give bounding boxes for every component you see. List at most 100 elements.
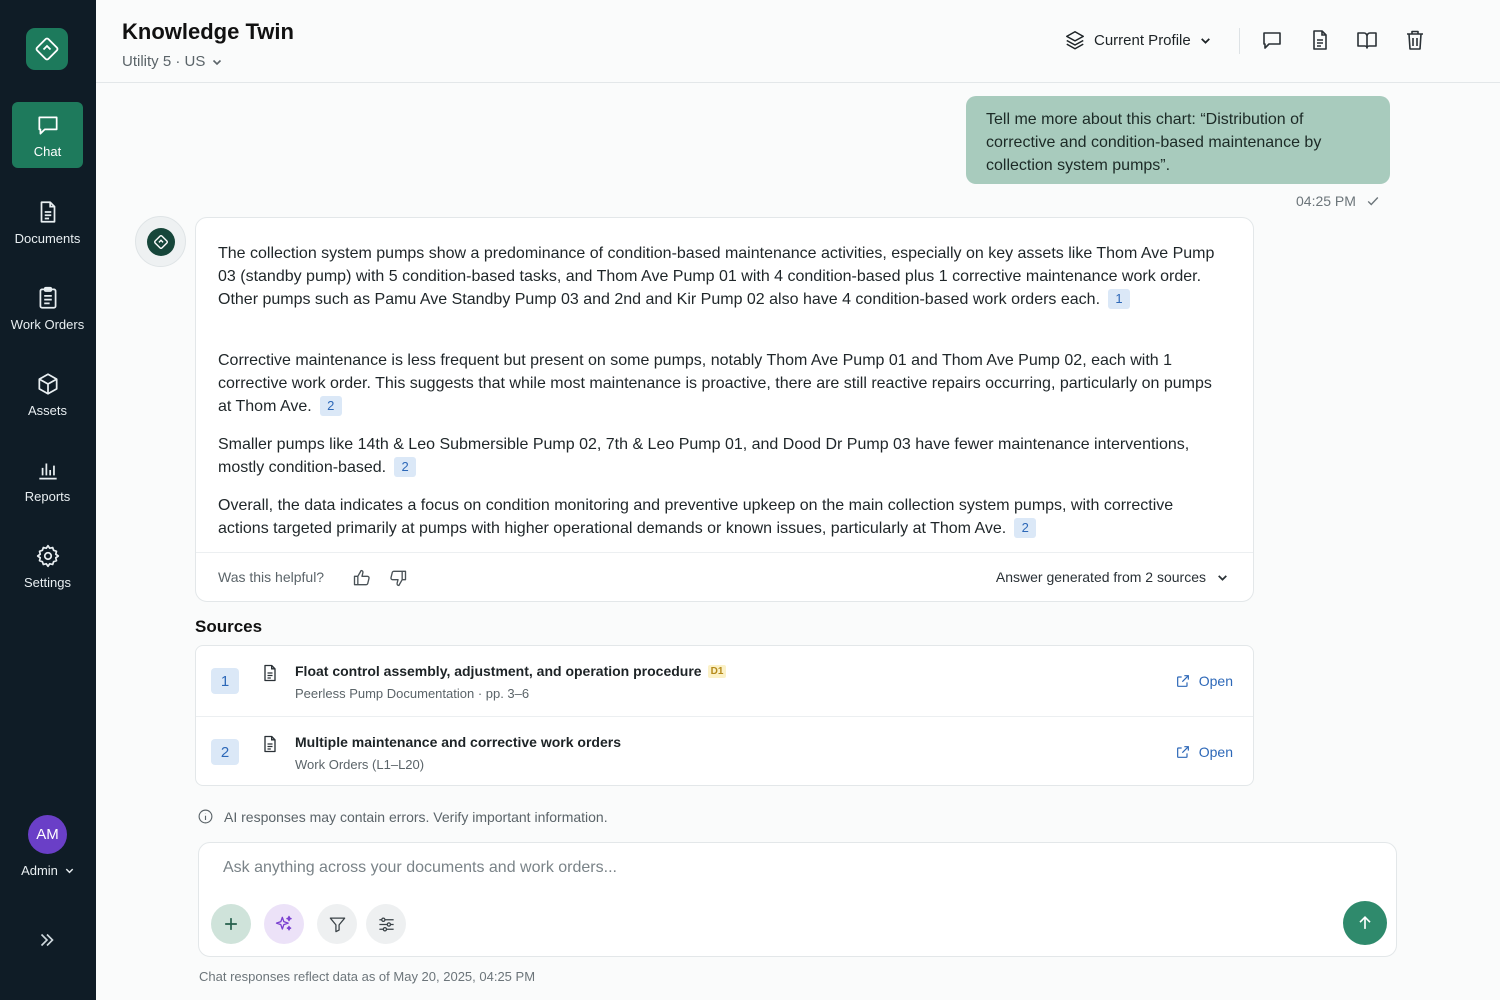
- message-timestamp: 04:25 PM: [1296, 193, 1380, 209]
- document-icon: [40, 200, 55, 223]
- sidebar-item-chat[interactable]: Chat: [12, 102, 83, 168]
- source-item: 2 Multiple maintenance and corrective wo…: [196, 716, 1253, 786]
- open-label: Open: [1198, 744, 1233, 760]
- cube-icon: [37, 372, 58, 395]
- source-badge: D1: [707, 664, 727, 678]
- sources-list: 1 Float control assembly, adjustment, an…: [195, 645, 1254, 786]
- header-divider: [1239, 28, 1240, 54]
- answer-paragraph: Overall, the data indicates a focus on c…: [218, 494, 1228, 540]
- assistant-avatar: [135, 216, 186, 267]
- workspace-selector[interactable]: Utility 5 · US: [122, 53, 223, 70]
- chevron-down-icon: [213, 59, 222, 65]
- avatar[interactable]: AM: [28, 815, 67, 854]
- book-icon[interactable]: [1355, 28, 1379, 52]
- filter-icon: [329, 917, 345, 932]
- new-chat-icon[interactable]: [1260, 28, 1284, 52]
- sources-heading: Sources: [195, 617, 263, 636]
- sidebar-item-work-orders[interactable]: Work Orders: [10, 275, 85, 341]
- source-subtitle: Peerless Pump Documentation · pp. 3–6: [295, 686, 530, 701]
- thumbs-up-icon[interactable]: [352, 568, 372, 588]
- disclaimer-text: AI responses may contain errors. Verify …: [224, 808, 608, 825]
- citation-badge[interactable]: 2: [319, 396, 342, 416]
- source-item: 1 Float control assembly, adjustment, an…: [196, 646, 1253, 716]
- data-freshness-note: Chat responses reflect data as of May 20…: [199, 969, 536, 984]
- arrow-up-icon: [1359, 915, 1371, 929]
- citation-badge[interactable]: 1: [1108, 289, 1131, 309]
- answer-text: Corrective maintenance is less frequent …: [218, 352, 1212, 415]
- answer-text: Smaller pumps like 14th & Leo Submersibl…: [218, 436, 1190, 476]
- ai-disclaimer: AI responses may contain errors. Verify …: [197, 808, 608, 825]
- source-title: Multiple maintenance and corrective work…: [295, 734, 621, 750]
- checkmark-icon: [1367, 197, 1379, 206]
- profile-selector[interactable]: Current Profile: [1064, 29, 1212, 51]
- sidebar-item-documents[interactable]: Documents: [12, 189, 83, 255]
- add-attachment-button[interactable]: [211, 904, 251, 944]
- assistant-logo-icon: [153, 234, 168, 249]
- answer-paragraph: Smaller pumps like 14th & Leo Submersibl…: [218, 433, 1228, 479]
- external-link-icon: [1176, 746, 1189, 758]
- page-title: Knowledge Twin: [122, 19, 294, 44]
- source-title-row: Float control assembly, adjustment, and …: [295, 663, 727, 679]
- sidebar-item-label: Settings: [24, 574, 71, 590]
- message-time: 04:25 PM: [1296, 193, 1356, 209]
- source-title: Float control assembly, adjustment, and …: [295, 663, 702, 679]
- user-role: Admin: [21, 863, 58, 878]
- source-subtitle: Work Orders (L1–L20): [295, 757, 425, 772]
- logo-icon: [35, 37, 59, 61]
- citation-badge[interactable]: 2: [1014, 518, 1037, 538]
- sources-summary: Answer generated from 2 sources: [995, 569, 1206, 585]
- sidebar-item-label: Reports: [24, 488, 71, 504]
- sidebar-item-label: Documents: [14, 230, 81, 246]
- document-icon: [264, 664, 276, 682]
- source-number: 2: [211, 739, 239, 765]
- sidebar-item-label: Work Orders: [10, 316, 85, 332]
- open-source-button[interactable]: Open: [1175, 744, 1233, 760]
- settings-sliders-button[interactable]: [366, 904, 406, 944]
- citation-badge[interactable]: 2: [394, 457, 417, 477]
- open-label: Open: [1198, 673, 1233, 689]
- chevron-down-icon: [1200, 37, 1210, 44]
- trash-icon[interactable]: [1403, 28, 1427, 52]
- document-icon[interactable]: [1308, 28, 1332, 52]
- gear-icon: [36, 544, 59, 567]
- clipboard-icon: [39, 286, 56, 309]
- chevron-down-icon: [1218, 574, 1227, 581]
- divider: [196, 552, 1253, 553]
- info-icon: [198, 809, 213, 824]
- source-title-row: Multiple maintenance and corrective work…: [295, 734, 621, 750]
- sparkle-icon: [275, 915, 292, 931]
- sidebar-item-reports[interactable]: Reports: [12, 447, 83, 513]
- expand-sidebar-icon[interactable]: [36, 929, 58, 951]
- sidebar-item-label: Chat: [33, 143, 62, 159]
- layers-icon: [1066, 31, 1084, 50]
- message-composer: [198, 842, 1397, 957]
- send-button[interactable]: [1343, 901, 1387, 945]
- plus-icon: [225, 918, 237, 930]
- sources-toggle[interactable]: Answer generated from 2 sources: [996, 569, 1229, 585]
- answer-text: The collection system pumps show a predo…: [218, 245, 1215, 308]
- ai-assist-button[interactable]: [264, 904, 304, 944]
- source-number: 1: [211, 668, 239, 694]
- assistant-message-card: The collection system pumps show a predo…: [195, 217, 1254, 602]
- bar-chart-icon: [38, 463, 57, 480]
- profile-label: Current Profile: [1094, 31, 1191, 49]
- feedback-prompt: Was this helpful?: [218, 569, 325, 585]
- user-message-bubble: Tell me more about this chart: “Distribu…: [966, 96, 1390, 184]
- sidebar: Chat Documents Work Orders Assets Report…: [0, 0, 96, 1000]
- sidebar-item-label: Assets: [27, 402, 67, 418]
- filter-button[interactable]: [317, 904, 357, 944]
- app-logo[interactable]: [26, 28, 68, 70]
- sidebar-item-assets[interactable]: Assets: [12, 361, 83, 427]
- answer-paragraph: Corrective maintenance is less frequent …: [218, 349, 1228, 418]
- workspace-label: Utility 5 · US: [122, 53, 206, 70]
- chevron-down-icon: [65, 868, 74, 874]
- chat-input[interactable]: [223, 859, 1323, 877]
- external-link-icon: [1176, 675, 1189, 687]
- sliders-icon: [378, 917, 394, 931]
- open-source-button[interactable]: Open: [1175, 673, 1233, 689]
- sidebar-item-settings[interactable]: Settings: [12, 533, 83, 599]
- answer-paragraph: The collection system pumps show a predo…: [218, 242, 1228, 311]
- thumbs-down-icon[interactable]: [388, 568, 408, 588]
- chat-icon: [37, 116, 58, 135]
- user-menu[interactable]: Admin: [0, 863, 96, 878]
